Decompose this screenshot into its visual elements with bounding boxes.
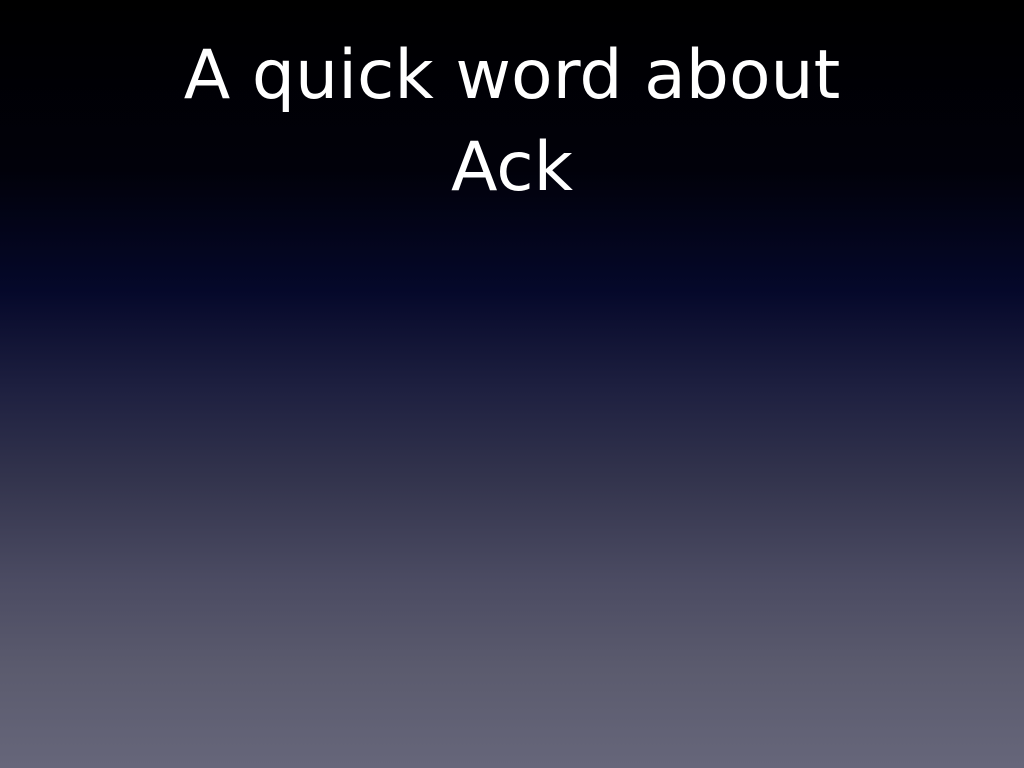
slide-title-line-2: Ack xyxy=(450,128,574,207)
slide-title: A quick word about Ack xyxy=(0,30,1024,214)
slide-title-line-1: A quick word about xyxy=(183,36,841,115)
slide: A quick word about Ack xyxy=(0,0,1024,768)
